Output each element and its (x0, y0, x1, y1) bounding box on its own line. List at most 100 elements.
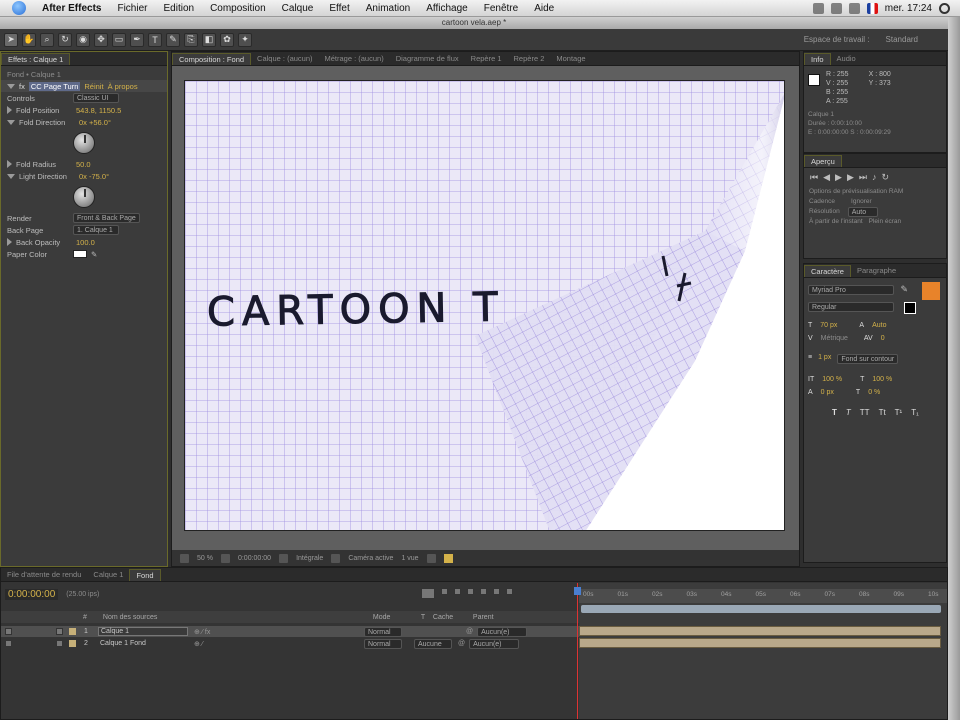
faux-italic-button[interactable]: T (846, 408, 851, 417)
visibility-icon[interactable] (5, 640, 12, 647)
fold-position-value[interactable]: 543.8, 1150.5 (76, 106, 121, 115)
tray-bluetooth-icon[interactable] (830, 2, 842, 14)
tab-footage[interactable]: Métrage : (aucun) (319, 53, 390, 65)
region-icon[interactable] (331, 553, 341, 563)
eyedropper-icon-char[interactable]: ✎ (901, 284, 909, 294)
full-screen-checkbox[interactable]: Plein écran (869, 217, 902, 227)
tab-info[interactable]: Info (804, 53, 831, 65)
current-timecode[interactable]: 0:00:00:00 (238, 555, 271, 562)
zoom-tool-icon[interactable]: ⌕ (40, 32, 54, 47)
pen-tool-icon[interactable]: ✒ (130, 32, 144, 47)
first-frame-icon[interactable]: ⏮ (810, 172, 818, 183)
roto-tool-icon[interactable]: ✿ (220, 32, 234, 47)
flag-icon[interactable] (866, 2, 878, 14)
font-style-dropdown[interactable]: Regular (808, 302, 894, 312)
tab-composition[interactable]: Composition : Fond (172, 53, 252, 65)
eraser-tool-icon[interactable]: ◧ (202, 32, 216, 47)
menu-fichier[interactable]: Fichier (109, 3, 155, 14)
clone-tool-icon[interactable]: ⎘ (184, 32, 198, 47)
tab-layer[interactable]: Calque : (aucun) (251, 53, 318, 65)
zoom-dropdown[interactable]: 50 % (197, 555, 213, 562)
tab-character[interactable]: Caractère (804, 265, 851, 277)
resolution-dropdown[interactable]: Intégrale (296, 555, 323, 562)
rotate-tool-icon[interactable]: ↻ (58, 32, 72, 47)
stroke-mode-dropdown[interactable]: Fond sur contour (837, 354, 899, 364)
tab-calque1[interactable]: Calque 1 (87, 569, 129, 581)
text-tool-icon[interactable]: T (148, 32, 162, 47)
render-dropdown[interactable]: Front & Back Page (73, 213, 140, 223)
small-caps-button[interactable]: Tt (879, 408, 886, 417)
fill-color-swatch[interactable] (922, 282, 940, 300)
paper-color-swatch[interactable] (73, 250, 87, 258)
label-color[interactable] (69, 640, 76, 647)
visibility-icon[interactable] (5, 628, 12, 635)
exposure-icon[interactable] (426, 553, 436, 563)
camera-dropdown[interactable]: Caméra active (348, 555, 393, 562)
layer-mode-dropdown[interactable]: Normal (364, 626, 402, 637)
pickwhip-icon[interactable]: @ (466, 628, 473, 635)
back-page-dropdown[interactable]: 1. Calque 1 (73, 225, 119, 235)
work-area-bar[interactable] (581, 605, 941, 613)
tab-effect-controls[interactable]: Effets : Calque 1 (1, 53, 71, 65)
prev-frame-icon[interactable]: ◀ (823, 172, 830, 183)
grid-toggle-icon[interactable] (220, 553, 230, 563)
faux-bold-button[interactable]: T (832, 408, 837, 417)
tab-preview[interactable]: Aperçu (804, 155, 842, 167)
light-direction-value[interactable]: 0x -75.0° (79, 172, 109, 181)
apple-icon[interactable] (12, 1, 26, 15)
col-source-name[interactable]: Nom des sources (103, 614, 373, 621)
ram-preview-options[interactable]: Options de prévisualisation RAM (809, 187, 941, 197)
layer-row[interactable]: 1 Calque 1 ⊕ ⁄ fx Normal @ Aucun(e) (1, 626, 579, 637)
loop-icon[interactable]: ↻ (881, 172, 889, 183)
timeline-timecode[interactable]: 0:00:00:00 (5, 589, 59, 600)
timeline-graph-area[interactable]: 00s 01s 02s 03s 04s 05s 06s 07s 08s 09s 10s (574, 583, 947, 719)
current-time-indicator[interactable] (574, 583, 581, 719)
layer-row[interactable]: 2 Calque 1 Fond ⊕ ⁄ Normal Aucune @ Aucu… (1, 638, 579, 649)
baseline-value[interactable]: 0 px (821, 389, 834, 396)
comp-mini-flowchart-icon[interactable] (421, 588, 435, 599)
audio-icon[interactable]: ♪ (872, 172, 877, 183)
fx-icon[interactable]: fx (19, 82, 25, 91)
layer-trkmat-dropdown[interactable]: Aucune (414, 638, 452, 649)
preview-resolution-dropdown[interactable]: Auto (847, 207, 878, 217)
fold-radius-value[interactable]: 50.0 (76, 160, 91, 169)
motion-blur-icon[interactable] (480, 588, 487, 595)
leading-value[interactable]: Auto (872, 322, 886, 329)
menu-composition[interactable]: Composition (202, 3, 274, 14)
frame-blending-icon[interactable] (467, 588, 474, 595)
play-icon[interactable]: ▶ (835, 172, 842, 183)
clock[interactable]: mer. 17:24 (885, 3, 932, 14)
brainstorm-icon[interactable] (493, 588, 500, 595)
superscript-button[interactable]: T¹ (895, 408, 903, 417)
stroke-color-swatch[interactable] (904, 302, 916, 314)
views-dropdown[interactable]: 1 vue (401, 555, 418, 562)
hand-tool-icon[interactable]: ✋ (22, 32, 36, 47)
font-family-dropdown[interactable]: Myriad Pro (808, 285, 894, 295)
menu-edition[interactable]: Edition (155, 3, 202, 14)
lock-icon[interactable] (56, 640, 63, 647)
font-size-value[interactable]: 70 px (820, 322, 837, 329)
layer-name[interactable]: Calque 1 Fond (98, 640, 188, 647)
light-direction-dial[interactable] (73, 186, 95, 208)
menu-effet[interactable]: Effet (321, 3, 357, 14)
layer-parent-dropdown[interactable]: Aucun(e) (469, 638, 520, 649)
graph-editor-icon[interactable] (506, 588, 513, 595)
layer-switches[interactable]: ⊕ ⁄ fx (188, 628, 364, 636)
last-frame-icon[interactable]: ⏭ (859, 172, 867, 183)
tracking-value[interactable]: 0 (881, 335, 885, 342)
tsume-value[interactable]: 0 % (868, 389, 880, 396)
menu-animation[interactable]: Animation (358, 3, 418, 14)
mask-tool-icon[interactable]: ▭ (112, 32, 126, 47)
workspace-value[interactable]: Standard (886, 35, 918, 44)
draft-3d-icon[interactable] (441, 588, 448, 595)
stroke-width-value[interactable]: 1 px (818, 354, 831, 364)
tab-paragraph[interactable]: Paragraphe (851, 265, 902, 277)
fold-direction-dial[interactable] (73, 132, 95, 154)
tab-render-queue[interactable]: File d'attente de rendu (1, 569, 87, 581)
effect-name[interactable]: CC Page Turn (28, 81, 81, 91)
menu-affichage[interactable]: Affichage (418, 3, 476, 14)
all-caps-button[interactable]: TT (860, 408, 870, 417)
controls-dropdown[interactable]: Classic UI (73, 93, 119, 103)
tab-ref1[interactable]: Repère 1 (465, 53, 508, 65)
layer-duration-bar[interactable] (579, 626, 941, 636)
